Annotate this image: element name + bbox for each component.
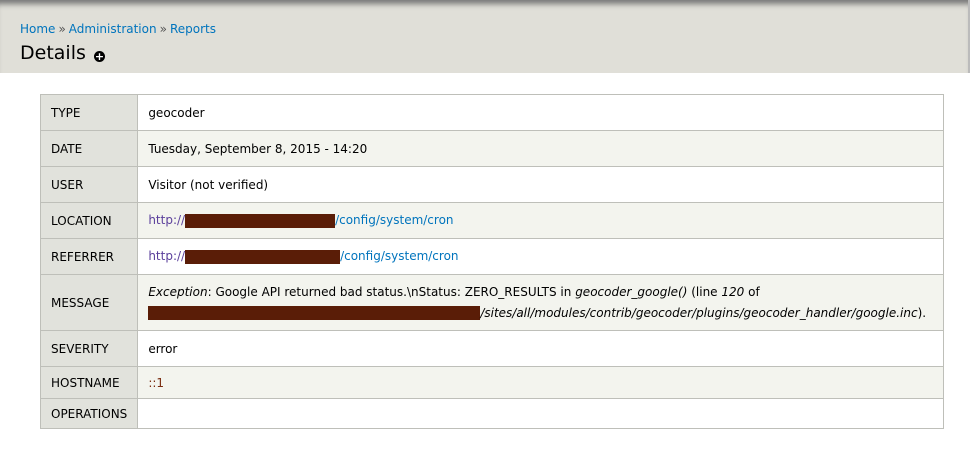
row-value: Visitor (not verified) xyxy=(137,166,944,203)
table-row: USER Visitor (not verified) xyxy=(39,166,944,203)
table-row: TYPE geocoder xyxy=(39,94,944,131)
breadcrumb-separator: » xyxy=(58,22,66,36)
row-label: MESSAGE xyxy=(39,274,139,331)
row-value xyxy=(137,398,944,429)
message-text: : Google API returned bad status.\nStatu… xyxy=(207,284,576,299)
location-link[interactable]: http:// /config/system/cron xyxy=(137,202,944,239)
redaction xyxy=(148,306,481,320)
message-value: Exception: Google API returned bad statu… xyxy=(137,274,944,331)
row-label: LOCATION xyxy=(39,202,139,239)
row-label: TYPE xyxy=(39,94,139,131)
breadcrumb-administration[interactable]: Administration xyxy=(69,22,157,36)
function-name: geocoder_google() xyxy=(575,284,688,299)
row-value: geocoder xyxy=(137,94,944,131)
redaction xyxy=(185,249,341,264)
message-text: (line xyxy=(687,284,722,299)
add-shortcut-icon[interactable]: + xyxy=(94,51,105,62)
row-value: Tuesday, September 8, 2015 - 14:20 xyxy=(137,130,944,167)
message-text: of xyxy=(744,284,760,299)
link-suffix[interactable]: /config/system/cron xyxy=(340,249,458,263)
breadcrumb-reports[interactable]: Reports xyxy=(170,22,216,36)
line-number: 120 xyxy=(721,284,745,299)
table-row: OPERATIONS xyxy=(39,398,944,429)
breadcrumb-home[interactable]: Home xyxy=(20,22,55,36)
row-label: HOSTNAME xyxy=(39,366,139,399)
link-prefix[interactable]: http:// xyxy=(148,213,185,227)
row-label: SEVERITY xyxy=(39,330,139,367)
details-table: TYPE geocoder DATE Tuesday, September 8, 2… xyxy=(39,94,944,429)
table-row: SEVERITY error xyxy=(39,330,944,367)
file-path: /sites/all/modules/contrib/geocoder/plug… xyxy=(480,305,918,320)
row-label: USER xyxy=(39,166,139,203)
table-row: HOSTNAME::1 xyxy=(39,366,944,399)
referrer-link[interactable]: http:// /config/system/cron xyxy=(137,238,944,275)
exception-label: Exception xyxy=(148,284,208,299)
table-row: DATE Tuesday, September 8, 2015 - 14:20 xyxy=(39,130,944,167)
row-value: error xyxy=(137,330,944,367)
page-title: Details xyxy=(20,42,86,64)
link-prefix[interactable]: http:// xyxy=(148,249,185,263)
row-value: ::1 xyxy=(137,366,944,399)
link-suffix[interactable]: /config/system/cron xyxy=(335,213,453,227)
redaction xyxy=(185,213,336,228)
table-row: REFERRER http:// /config/system/cron xyxy=(39,238,944,275)
message-text: ). xyxy=(917,305,927,320)
table-row: MESSAGE Exception: Google API returned ba… xyxy=(39,274,944,331)
breadcrumb-separator: » xyxy=(159,22,167,36)
row-label: DATE xyxy=(39,130,139,167)
breadcrumb: Home» Administration» Reports xyxy=(20,22,216,36)
row-label: OPERATIONS xyxy=(39,398,139,429)
row-label: REFERRER xyxy=(39,238,139,275)
page-header: Home» Administration» Reports Details + xyxy=(0,0,970,73)
table-row: LOCATION http:// /config/system/cron xyxy=(39,202,944,239)
